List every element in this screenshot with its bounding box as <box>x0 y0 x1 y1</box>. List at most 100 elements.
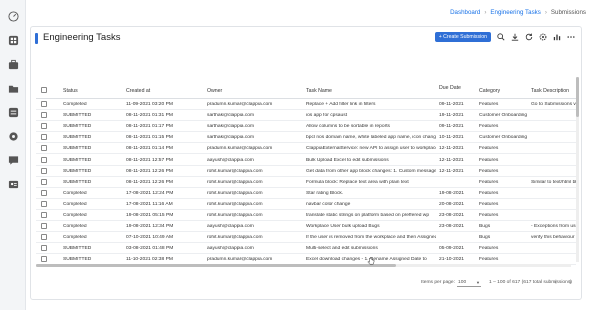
hand-cursor-icon <box>367 257 375 265</box>
download-icon[interactable] <box>510 33 519 42</box>
briefcase-icon[interactable] <box>7 58 19 70</box>
cell-created-at: 07-10-2021 10:49 AM <box>126 235 174 241</box>
table-row[interactable]: Completed 19-08-2021 05:15 PM rohit.kumar@… <box>36 210 576 221</box>
row-checkbox[interactable] <box>41 245 47 252</box>
cell-owner: rohit.kumar@clappia.com <box>207 213 263 218</box>
vertical-scrollbar-thumb[interactable] <box>576 77 579 117</box>
table-row[interactable]: SUBMITTED 08-11-2021 01:14 PM pradumn.kuma… <box>36 143 576 155</box>
database-icon[interactable] <box>7 106 19 118</box>
column-header-created-at[interactable]: Created at <box>126 88 150 94</box>
row-checkbox[interactable] <box>41 156 47 163</box>
cell-category: Features <box>479 213 499 218</box>
cell-task-description: Go to Submissions vi <box>531 102 576 107</box>
cell-task-name: If the user is removed from the workplac… <box>306 235 436 241</box>
cell-created-at: 08-11-2021 12:57 PM <box>126 157 173 163</box>
table-row[interactable]: SUBMITTED 08-11-2021 12:26 PM rohit.kumar@… <box>36 166 576 177</box>
table-row[interactable]: Completed 17-08-2021 12:24 PM rohit.kumar@… <box>36 188 576 199</box>
breadcrumb: Dashboard › Engineering Tasks › Submissi… <box>450 9 586 16</box>
breadcrumb-dashboard[interactable]: Dashboard <box>450 9 480 16</box>
items-per-page-select[interactable]: 100 ▼ <box>457 278 481 287</box>
table-row[interactable]: Completed 19-08-2021 12:34 PM aayush@clapp… <box>36 221 576 233</box>
table-row[interactable]: SUBMITTED 08-11-2021 01:17 PM sarthak@clap… <box>36 121 576 133</box>
cell-status: SUBMITTED <box>63 135 92 141</box>
cell-task-name: navbar color change <box>306 201 351 207</box>
column-header-status[interactable]: Status <box>63 88 78 94</box>
refresh-icon[interactable] <box>524 33 533 42</box>
cell-created-at: 19-08-2021 12:34 PM <box>126 224 174 230</box>
cell-task-description: - Exceptions from use <box>531 224 576 230</box>
row-checkbox[interactable] <box>41 145 47 152</box>
table-row[interactable]: Completed 17-08-2021 11:16 AM rohit.kumar@… <box>36 199 576 210</box>
pagination-footer: Items per page: 100 ▼ 1 – 100 of 617 (61… <box>31 277 583 291</box>
more-icon[interactable] <box>566 33 575 42</box>
chart-icon[interactable] <box>552 33 561 42</box>
contact-card-icon[interactable] <box>7 178 19 190</box>
cell-category: Features <box>479 146 499 152</box>
search-icon[interactable] <box>496 33 505 42</box>
settings-gear-icon[interactable] <box>7 130 19 142</box>
cell-task-name: Bulk Upload Excel to edit submissions <box>306 157 389 163</box>
horizontal-scrollbar-thumb[interactable] <box>36 264 396 267</box>
horizontal-scrollbar[interactable] <box>36 264 571 267</box>
cell-status: SUBMITTED <box>63 168 92 174</box>
row-checkbox[interactable] <box>41 134 47 141</box>
column-header-task-description[interactable]: Task Description <box>531 88 569 94</box>
table-row[interactable]: SUBMITTED 08-11-2021 01:31 PM sarthak@clap… <box>36 110 576 122</box>
row-checkbox[interactable] <box>41 178 47 185</box>
table-row[interactable]: SUBMITTED 08-11-2021 12:57 PM aayush@clapp… <box>36 155 576 166</box>
cell-category: Features <box>479 124 499 130</box>
cell-owner: aayush@clappia.com <box>207 157 254 163</box>
cell-task-name: bpcl nos domain name, white labeled app … <box>306 135 436 141</box>
settings-icon[interactable] <box>538 33 547 42</box>
table-row[interactable]: Completed 07-10-2021 10:49 AM rohit.kumar@… <box>36 232 576 244</box>
previous-page-icon[interactable]: ‹ <box>551 278 560 287</box>
table-row[interactable]: SUBMITTED 03-08-2021 01:48 PM aayush@clapp… <box>36 243 576 255</box>
row-checkbox[interactable] <box>41 200 47 207</box>
create-submission-button[interactable]: + Create Submission <box>434 32 491 42</box>
column-header-category[interactable]: Category <box>479 88 500 94</box>
cell-task-name: Replace + Add filter link in filters <box>306 102 376 107</box>
table-row[interactable]: Completed 11-09-2021 03:20 PM pradumn.kuma… <box>36 99 576 110</box>
folder-icon[interactable] <box>7 82 19 94</box>
cell-created-at: 19-08-2021 05:15 PM <box>126 213 174 218</box>
row-checkbox[interactable] <box>41 189 47 196</box>
cell-owner: rohit.kumar@clappia.com <box>207 190 263 196</box>
table-row[interactable]: SUBMITTED 08-11-2021 01:15 PM sarthak@clap… <box>36 132 576 144</box>
next-page-icon[interactable]: › <box>566 278 575 287</box>
vertical-scrollbar[interactable] <box>576 77 579 262</box>
column-header-owner[interactable]: Owner <box>207 88 222 94</box>
column-header-due-date[interactable]: Due Date <box>439 85 461 92</box>
sidebar <box>0 0 26 310</box>
cell-created-at: 03-08-2021 01:48 PM <box>126 246 174 252</box>
cell-category: Features <box>479 257 499 263</box>
breadcrumb-engineering-tasks[interactable]: Engineering Tasks <box>490 9 540 16</box>
row-checkbox[interactable] <box>41 112 47 119</box>
cell-task-description: Similar to text/html bl <box>531 179 576 185</box>
row-checkbox[interactable] <box>41 223 47 230</box>
chat-icon[interactable] <box>7 154 19 166</box>
dashboard-icon[interactable] <box>7 10 19 22</box>
cell-created-at: 08-11-2021 01:31 PM <box>126 113 173 119</box>
row-checkbox[interactable] <box>41 212 47 218</box>
cell-owner: sarthak@clappia.com <box>207 135 255 141</box>
breadcrumb-separator: › <box>544 9 547 16</box>
row-checkbox[interactable] <box>41 256 47 263</box>
row-checkbox[interactable] <box>41 123 47 130</box>
row-checkbox[interactable] <box>41 234 47 241</box>
cell-owner: sarthak@clappia.com <box>207 124 255 130</box>
row-checkbox[interactable] <box>41 101 47 107</box>
cell-status: Completed <box>63 201 87 207</box>
cell-status: Completed <box>63 224 87 230</box>
column-header-task-name[interactable]: Task Name <box>306 88 332 94</box>
cell-task-name: Allow columns to be sortable in reports <box>306 124 390 130</box>
cell-owner: aayush@clappia.com <box>207 246 254 252</box>
select-all-checkbox[interactable] <box>41 87 47 93</box>
chevron-down-icon: ▼ <box>476 279 480 285</box>
cell-created-at: 08-11-2021 01:17 PM <box>126 124 173 130</box>
cell-status: Completed <box>63 213 87 218</box>
row-checkbox[interactable] <box>41 167 47 174</box>
apps-icon[interactable] <box>7 34 19 46</box>
cell-category: Features <box>479 201 499 207</box>
cell-due-date: 12-11-2021 <box>439 146 464 152</box>
table-row[interactable]: SUBMITTED 08-11-2021 12:26 PM rohit.kumar@… <box>36 177 576 188</box>
